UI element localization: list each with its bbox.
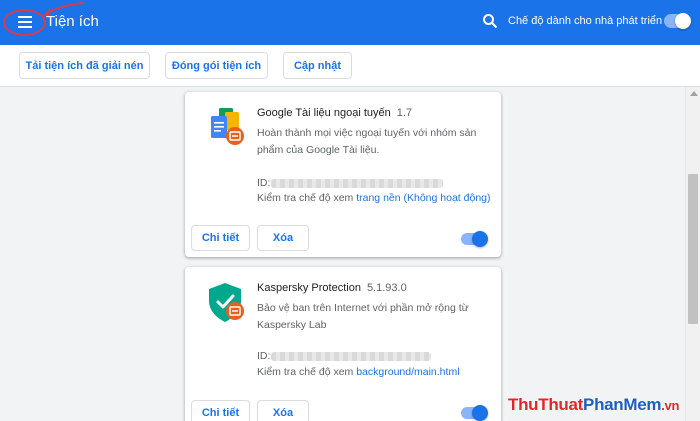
kaspersky-shield-icon — [209, 283, 244, 322]
extension-version: 1.7 — [396, 107, 413, 119]
enable-toggle[interactable] — [461, 231, 488, 247]
extension-id-label: ID: — [257, 177, 271, 189]
inspect-views-label: Kiểm tra chế độ xem — [257, 366, 354, 378]
remove-button[interactable]: Xóa — [257, 225, 309, 251]
load-unpacked-button[interactable]: Tải tiện ích đã giải nén — [19, 52, 150, 79]
extension-title: Google Tài liệu ngoại tuyến 1.7 — [257, 107, 412, 119]
inspect-views-row: Kiểm tra chế độ xem background/main.html — [257, 366, 460, 378]
watermark-logo: ThuThuatPhanMem.vn — [508, 395, 679, 415]
enable-toggle[interactable] — [461, 405, 488, 421]
details-button[interactable]: Chi tiết — [191, 400, 250, 421]
google-docs-offline-icon — [211, 108, 244, 145]
extension-name: Kaspersky Protection — [257, 282, 361, 294]
page-scrollbar[interactable] — [685, 87, 700, 421]
dev-mode-label: Chế độ dành cho nhà phát triển — [508, 15, 663, 27]
top-app-bar: Tiện ích Chế độ dành cho nhà phát triển — [0, 0, 700, 45]
inspect-views-row: Kiểm tra chế độ xem trang nền (Không hoạ… — [257, 192, 491, 204]
watermark-part2: PhanMem — [583, 395, 662, 414]
action-toolbar: Tải tiện ích đã giải nén Đóng gói tiện í… — [0, 45, 700, 87]
search-icon[interactable] — [482, 13, 498, 29]
extension-id-row: ID: — [257, 350, 431, 362]
watermark-part3: .vn — [661, 398, 680, 413]
extension-name: Google Tài liệu ngoại tuyến — [257, 107, 391, 119]
inspect-view-link[interactable]: trang nền (Không hoạt động) — [356, 192, 490, 204]
extension-description: Hoàn thành mọi việc ngoại tuyến với nhóm… — [257, 127, 477, 156]
extension-id-row: ID: — [257, 177, 443, 189]
update-button[interactable]: Cập nhật — [283, 52, 352, 79]
watermark-part1: ThuThuat — [508, 395, 584, 414]
pack-extension-button[interactable]: Đóng gói tiện ích — [165, 52, 268, 79]
extension-title: Kaspersky Protection 5.1.93.0 — [257, 282, 407, 294]
extension-id-redacted — [271, 352, 431, 361]
extension-id-label: ID: — [257, 350, 271, 362]
extension-id-redacted — [271, 179, 443, 188]
extension-version: 5.1.93.0 — [366, 282, 407, 294]
extension-card: Kaspersky Protection 5.1.93.0 Bảo vệ ban … — [185, 267, 501, 421]
page-title: Tiện ích — [46, 13, 99, 30]
extension-description: Bảo vệ ban trên Internet với phần mở rộn… — [257, 302, 469, 331]
extension-card: Google Tài liệu ngoại tuyến 1.7 Hoàn thàn… — [185, 92, 501, 257]
dev-mode-toggle[interactable] — [664, 13, 691, 29]
scroll-thumb[interactable] — [688, 174, 698, 324]
inspect-view-link[interactable]: background/main.html — [356, 366, 459, 378]
details-button[interactable]: Chi tiết — [191, 225, 250, 251]
inspect-views-label: Kiểm tra chế độ xem — [257, 192, 354, 204]
scroll-up-icon[interactable] — [690, 91, 698, 96]
remove-button[interactable]: Xóa — [257, 400, 309, 421]
